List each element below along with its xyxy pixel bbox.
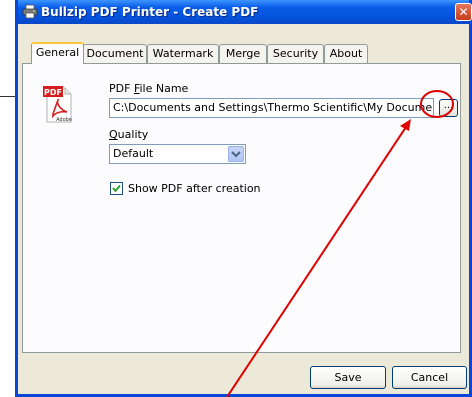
close-icon: ✕ [458,5,469,19]
quality-selected-value: Default [113,147,154,160]
file-name-label: PDF File Name [109,82,189,95]
tab-general[interactable]: General [31,42,84,64]
printer-icon [22,4,38,19]
create-pdf-dialog: Bullzip PDF Printer - Create PDF ✕ Gener… [15,0,472,397]
window-title: Bullzip PDF Printer - Create PDF [41,5,259,19]
adobe-wordmark: Adobe [56,117,72,123]
background-document [0,0,15,397]
tab-about[interactable]: About [324,44,368,63]
chevron-down-icon[interactable] [228,146,244,162]
tab-watermark[interactable]: Watermark [147,44,219,63]
tab-security[interactable]: Security [267,44,324,63]
save-button[interactable]: Save [310,366,386,389]
show-pdf-label: Show PDF after creation [128,182,261,195]
general-tab-panel: PDF Adobe PDF File Name C:\Documents and… [22,63,461,353]
file-name-input[interactable]: C:\Documents and Settings\Thermo Scienti… [109,98,434,118]
tab-document[interactable]: Document [83,44,147,63]
cancel-button[interactable]: Cancel [392,366,467,389]
pdf-badge-text: PDF [44,88,62,97]
title-bar[interactable]: Bullzip PDF Printer - Create PDF ✕ [18,0,472,24]
quality-label: Quality [109,128,149,141]
checkmark-icon [112,184,121,193]
quality-select[interactable]: Default [109,144,246,164]
browse-button[interactable]: ... [439,99,458,117]
close-button[interactable]: ✕ [455,3,472,21]
show-pdf-checkbox[interactable] [110,182,123,195]
tab-merge[interactable]: Merge [219,44,267,63]
adobe-pdf-icon: PDF Adobe [43,86,72,123]
